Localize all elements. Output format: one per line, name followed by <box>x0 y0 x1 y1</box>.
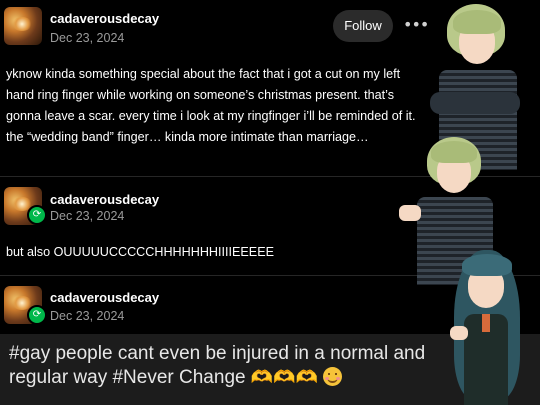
follow-button[interactable]: Follow <box>333 10 393 42</box>
username[interactable]: cadaverousdecay <box>50 192 159 207</box>
character-sticker-bottom <box>440 248 540 405</box>
tag-text-line-1[interactable]: #gay people cant even be injured in a no… <box>9 343 425 364</box>
avatar[interactable] <box>4 7 42 45</box>
more-options-icon[interactable]: ••• <box>403 14 429 36</box>
username[interactable]: cadaverousdecay <box>50 290 159 305</box>
reblog-icon: ⟳ <box>27 205 47 225</box>
tag-text-line-2[interactable]: regular way #Never Change <box>9 367 251 388</box>
heart-hands-icon: 🫶🫶🫶 <box>250 367 319 388</box>
post-tags-text: #gay people cant even be injured in a no… <box>9 342 439 390</box>
post-date[interactable]: Dec 23, 2024 <box>50 309 124 323</box>
post-body-text: but also OUUUUUCCCCCHHHHHHHIIIIEEEEE <box>6 245 275 259</box>
username[interactable]: cadaverousdecay <box>50 11 159 26</box>
smiling-face-icon <box>323 367 343 386</box>
reblog-icon: ⟳ <box>27 305 47 325</box>
post-date[interactable]: Dec 23, 2024 <box>50 209 124 223</box>
post-date[interactable]: Dec 23, 2024 <box>50 31 124 45</box>
post-body-text: yknow kinda something special about the … <box>6 67 416 144</box>
